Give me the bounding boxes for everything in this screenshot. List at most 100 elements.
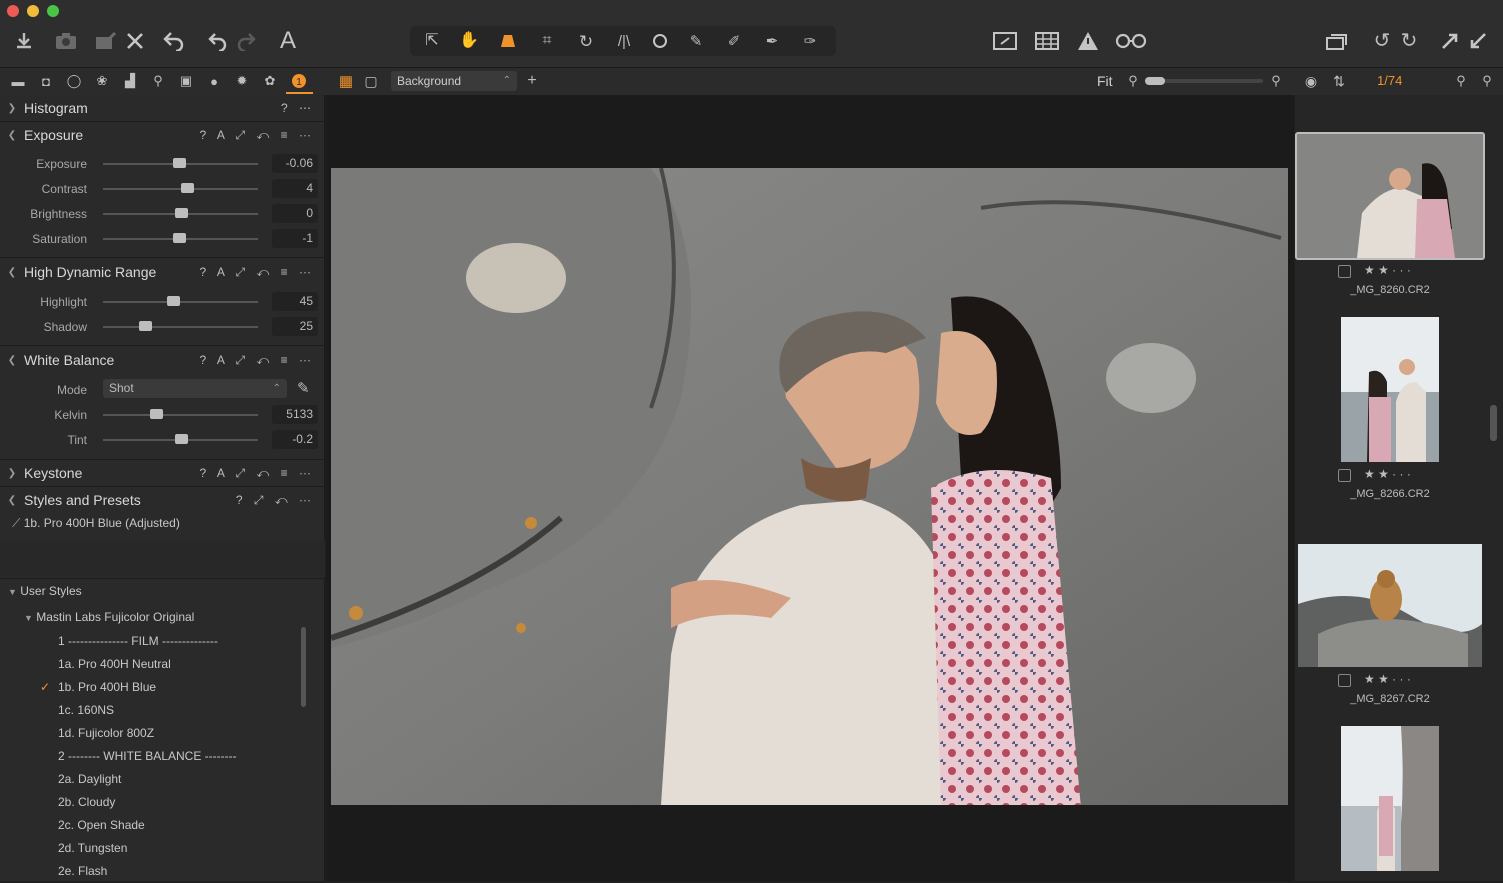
thumbnail-4[interactable] [1341, 726, 1439, 871]
thumbnail-checkbox[interactable] [1338, 469, 1351, 482]
details-tab-icon[interactable]: ⚲ [149, 72, 167, 90]
thumbnail-3[interactable] [1298, 544, 1482, 667]
crop-icon[interactable]: ⌗ [533, 27, 561, 55]
single-view-icon[interactable]: ▢ [362, 72, 380, 90]
slider-knob[interactable] [180, 183, 194, 193]
filter-icon[interactable]: ⚲ [1478, 72, 1496, 90]
mastin-labs-folder[interactable]: ▼ Mastin Labs Fujicolor Original [24, 610, 194, 624]
keystone-section-header[interactable]: ❯ Keystone ? A ⤢ ↶ ≡ ⋯ [0, 460, 325, 486]
slider-value-field[interactable]: -1 [272, 229, 318, 248]
white-balance-section-header[interactable]: ❮ White Balance ? A ⤢ ↶ ≡ ⋯ [0, 347, 325, 373]
hdr-section-header[interactable]: ❮ High Dynamic Range ? A ⤢ ↶ ≡ ⋯ [0, 259, 325, 285]
undo-all-icon[interactable] [160, 27, 188, 55]
style-item[interactable]: 2 -------- WHITE BALANCE -------- [0, 745, 320, 768]
section-tools[interactable]: ? A ⤢ ↶ ≡ ⋯ [200, 353, 315, 368]
rotate-icon[interactable]: ↻ [572, 27, 600, 55]
text-icon[interactable]: A [274, 27, 302, 55]
zoom-window-button[interactable] [47, 5, 59, 17]
slider-value-field[interactable]: 25 [272, 317, 318, 336]
edit-icon[interactable] [92, 27, 120, 55]
style-item[interactable]: 2b. Cloudy [0, 791, 320, 814]
slider-value-field[interactable]: 0 [272, 204, 318, 223]
quick-tab-icon[interactable]: 1 [290, 72, 308, 90]
style-item[interactable]: 1 --------------- FILM -------------- [0, 630, 320, 653]
slider-knob[interactable] [166, 296, 180, 306]
eraser-icon[interactable]: ✐ [720, 27, 748, 55]
output-tab-icon[interactable]: ✹ [233, 72, 251, 90]
slider-knob[interactable] [174, 434, 188, 444]
keystone-icon[interactable]: /|\ [610, 27, 638, 55]
tool-icon[interactable] [494, 27, 522, 55]
sort-icon[interactable]: ⇅ [1330, 72, 1348, 90]
color-tab-icon[interactable]: ❀ [93, 72, 111, 90]
pan-icon[interactable]: ✋ [455, 27, 483, 55]
lens-tab-icon[interactable]: ◯ [65, 72, 83, 90]
eye-icon[interactable]: ◉ [1302, 72, 1320, 90]
slider-track[interactable] [103, 301, 258, 303]
slider-value-field[interactable]: 4 [272, 179, 318, 198]
grid-icon[interactable] [1033, 27, 1061, 55]
compare-icon[interactable] [991, 27, 1019, 55]
adjustments-tab-icon[interactable]: ▣ [177, 72, 195, 90]
batch-tab-icon[interactable]: ✿ [261, 72, 279, 90]
thumbnail-1[interactable] [1295, 132, 1485, 260]
style-item[interactable]: 1c. 160NS [0, 699, 320, 722]
close-window-button[interactable] [7, 5, 19, 17]
fit-label[interactable]: Fit [1097, 73, 1113, 89]
section-tools[interactable]: ? A ⤢ ↶ ≡ ⋯ [200, 128, 315, 143]
slider-value-field[interactable]: 5133 [272, 405, 318, 424]
wb-mode-select[interactable]: Shot ⌃ [103, 379, 287, 398]
eyedropper-icon[interactable]: ✎ [297, 379, 310, 397]
metadata-tab-icon[interactable]: ● [205, 72, 223, 90]
zoom-slider-knob[interactable] [1145, 77, 1165, 85]
thumbnail-checkbox[interactable] [1338, 265, 1351, 278]
capture-tab-icon[interactable]: ◘ [37, 72, 55, 90]
main-photo[interactable] [331, 168, 1288, 805]
thumbnail-rating[interactable]: ★ ★ · · · [1364, 263, 1411, 277]
slider-knob[interactable] [172, 158, 186, 168]
minimize-window-button[interactable] [27, 5, 39, 17]
section-tools[interactable]: ? A ⤢ ↶ ≡ ⋯ [200, 466, 315, 481]
styles-scrollbar[interactable] [301, 627, 306, 707]
exposure-section-header[interactable]: ❮ Exposure ? A ⤢ ↶ ≡ ⋯ [0, 122, 325, 148]
brush-icon[interactable]: ✎ [682, 27, 710, 55]
browser-scrollbar[interactable] [1490, 405, 1497, 441]
redo-icon[interactable] [233, 27, 261, 55]
zoom-in-icon[interactable]: ⚲ [1267, 72, 1285, 90]
library-tab-icon[interactable]: ▬ [9, 72, 27, 90]
slider-knob[interactable] [172, 233, 186, 243]
add-layer-icon[interactable]: + [523, 72, 541, 90]
spot-icon[interactable] [646, 27, 674, 55]
slider-track[interactable] [103, 326, 258, 328]
warning-icon[interactable] [1074, 27, 1102, 55]
style-item[interactable]: 2d. Tungsten [0, 837, 320, 860]
style-item[interactable]: ✓ 1b. Pro 400H Blue [0, 676, 320, 699]
section-tools[interactable]: ? ⤢ ↶ ⋯ [236, 493, 315, 508]
style-item[interactable]: 2a. Daylight [0, 768, 320, 791]
style-item[interactable]: 2e. Flash [0, 860, 320, 883]
thumbnail-rating[interactable]: ★ ★ · · · [1364, 467, 1411, 481]
section-tools[interactable]: ? ⋯ [281, 101, 315, 115]
slider-value-field[interactable]: -0.06 [272, 154, 318, 173]
thumbnail-2[interactable] [1341, 317, 1439, 462]
glasses-icon[interactable] [1114, 27, 1148, 55]
import-icon[interactable] [10, 27, 38, 55]
rotate-right-icon[interactable]: ↻ [1395, 27, 1423, 55]
picker-icon[interactable]: ✑ [796, 27, 824, 55]
slider-value-field[interactable]: -0.2 [272, 430, 318, 449]
section-tools[interactable]: ? A ⤢ ↶ ≡ ⋯ [200, 265, 315, 280]
slider-value-field[interactable]: 45 [272, 292, 318, 311]
style-item[interactable]: 1a. Pro 400H Neutral [0, 653, 320, 676]
export-icon[interactable] [1464, 27, 1492, 55]
zoom-out-icon[interactable]: ⚲ [1124, 72, 1142, 90]
zoom-slider[interactable] [1145, 77, 1263, 85]
slider-track[interactable] [103, 414, 258, 416]
slider-knob[interactable] [174, 208, 188, 218]
exposure-tab-icon[interactable]: ▟ [121, 72, 139, 90]
delete-icon[interactable] [121, 27, 149, 55]
thumbnail-checkbox[interactable] [1338, 674, 1351, 687]
histogram-section-header[interactable]: ❯ Histogram ? ⋯ [0, 95, 325, 121]
layer-select[interactable]: Background ⌃ [391, 71, 517, 91]
undo-icon[interactable] [203, 27, 231, 55]
search-icon[interactable]: ⚲ [1452, 72, 1470, 90]
